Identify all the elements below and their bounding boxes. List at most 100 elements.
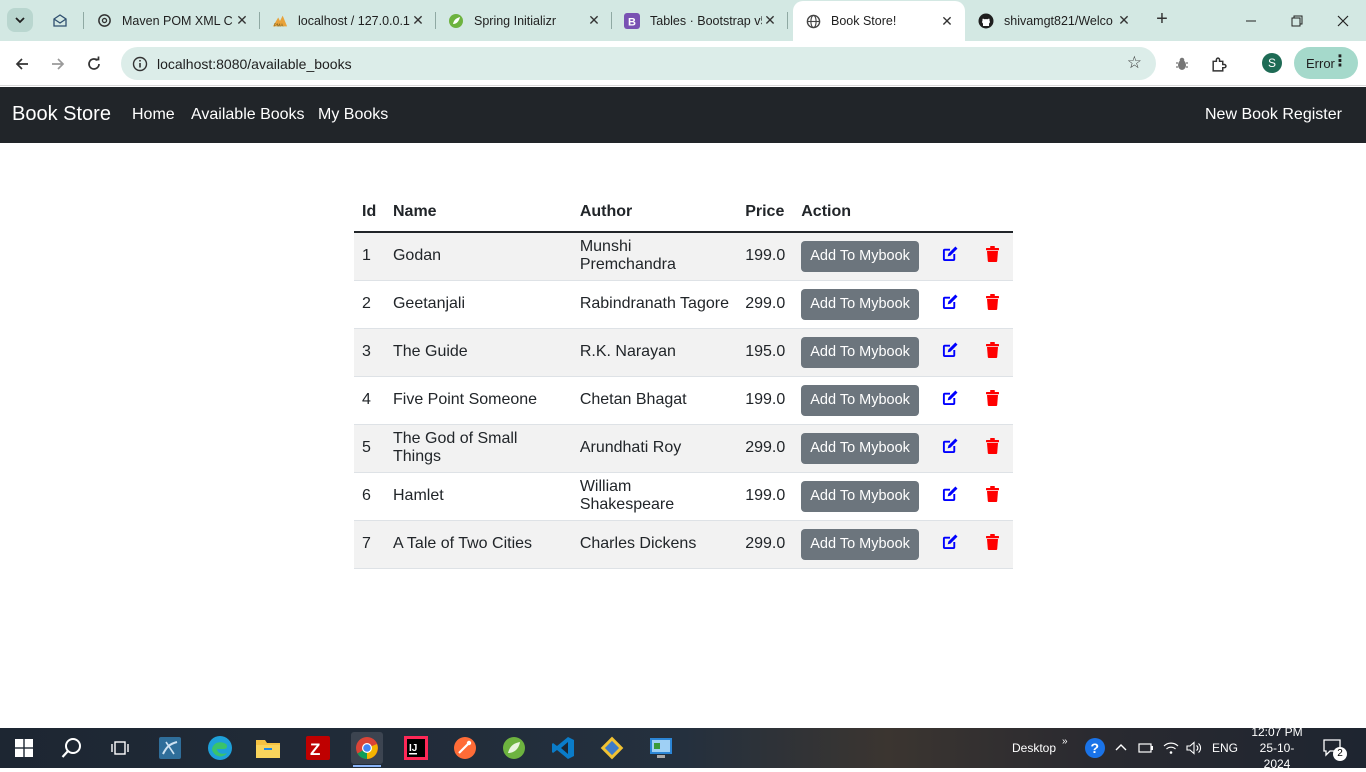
wifi-icon [1163,742,1179,754]
bookmark-star-icon[interactable]: ☆ [1127,53,1142,73]
edit-icon[interactable] [942,533,959,555]
volume-tray-icon[interactable] [1186,728,1202,768]
cell-id: 1 [354,232,385,281]
show-hidden-icons[interactable] [1115,728,1127,768]
trash-icon[interactable] [985,437,999,459]
error-button[interactable]: Error ⋮ [1294,47,1358,79]
close-icon[interactable]: ✕ [762,12,778,29]
reload-button[interactable] [81,51,107,77]
taskbar-app-mysql-workbench[interactable] [154,732,186,764]
close-icon[interactable]: ✕ [234,12,250,29]
trash-icon[interactable] [985,485,999,507]
restore-button[interactable] [1274,0,1320,41]
url-text[interactable]: localhost:8080/available_books [157,56,352,72]
trash-icon[interactable] [985,533,999,555]
taskbar-app-git[interactable] [596,732,628,764]
language-indicator[interactable]: ENG [1212,728,1238,768]
add-to-mybook-button[interactable]: Add To Mybook [801,384,919,416]
table-row: 7 A Tale of Two Cities Charles Dickens 2… [354,520,1013,569]
cell-id: 5 [354,424,385,473]
battery-tray-icon[interactable] [1138,728,1154,768]
minimize-button[interactable] [1228,0,1274,41]
browser-tab-bookstore[interactable]: Book Store! ✕ [793,1,965,41]
cell-price: 199.0 [737,472,794,521]
arrow-left-icon [15,58,28,70]
extensions-puzzle-icon[interactable] [1205,51,1231,77]
network-tray-icon[interactable] [1163,728,1179,768]
browser-tab-mail[interactable] [40,0,84,41]
browser-tab-phpmyadmin[interactable]: PMA localhost / 127.0.0.1 ✕ [260,0,436,41]
chrome-icon [356,737,378,759]
notification-count-badge: 2 [1333,747,1347,761]
browser-tab-bootstrap[interactable]: B Tables · Bootstrap v5 ✕ [612,0,788,41]
taskbar-app-chrome[interactable] [351,732,383,767]
edit-icon[interactable] [942,341,959,363]
taskbar-app-file-explorer[interactable] [252,732,284,764]
spring-tools-icon [503,737,525,759]
browser-tab-maven[interactable]: Maven POM XML C ✕ [84,0,260,41]
help-tray-icon[interactable]: ? [1084,728,1106,768]
menu-kebab-icon[interactable]: ⋮ [1332,54,1348,70]
active-indicator [353,765,381,767]
globe-icon [805,13,821,29]
taskbar-search-button[interactable] [56,732,88,764]
taskbar-app-vscode[interactable] [547,732,579,764]
navbar-brand[interactable]: Book Store [12,103,111,126]
address-bar[interactable]: localhost:8080/available_books ☆ [121,47,1156,80]
taskbar-app-edge[interactable] [204,732,236,764]
trash-icon[interactable] [985,245,999,267]
cell-author: William Shakespeare [571,472,738,521]
browser-tab-spring[interactable]: Spring Initializr ✕ [436,0,612,41]
notification-center-button[interactable]: 2 [1323,728,1347,768]
add-to-mybook-button[interactable]: Add To Mybook [801,288,919,320]
add-to-mybook-button[interactable]: Add To Mybook [801,480,919,512]
edit-icon[interactable] [942,485,959,507]
forward-button[interactable] [45,51,71,77]
add-to-mybook-button[interactable]: Add To Mybook [801,528,919,560]
taskbar-app-filezilla[interactable]: Z [302,732,334,764]
back-button[interactable] [9,51,35,77]
extension-bug-icon[interactable] [1169,51,1195,77]
add-to-mybook-button[interactable]: Add To Mybook [801,240,919,272]
tab-search-button[interactable] [7,8,33,32]
nav-link-home[interactable]: Home [132,106,175,124]
edit-icon[interactable] [942,389,959,411]
profile-avatar[interactable]: S [1262,53,1282,73]
spring-icon [448,13,464,29]
windows-logo-icon [15,739,33,757]
taskbar-app-spring-tools[interactable] [498,732,530,764]
task-view-button[interactable] [104,732,136,764]
intellij-icon: IJ [404,736,428,760]
trash-icon[interactable] [985,389,999,411]
nav-link-my-books[interactable]: My Books [318,106,388,124]
tab-title: Maven POM XML C [122,13,233,28]
clock[interactable]: 12:07 PM 25-10-2024 [1248,725,1306,771]
trash-icon[interactable] [985,341,999,363]
cell-author: Rabindranath Tagore [571,280,738,329]
edit-icon[interactable] [942,437,959,459]
add-to-mybook-button[interactable]: Add To Mybook [801,336,919,368]
browser-tab-github[interactable]: shivamgt821/Welco ✕ [966,0,1142,41]
close-icon[interactable]: ✕ [1116,12,1132,29]
taskbar-app-intellij[interactable]: IJ [400,732,432,764]
nav-link-new-book-register[interactable]: New Book Register [1205,106,1342,124]
edit-icon[interactable] [942,245,959,267]
close-icon[interactable]: ✕ [410,12,426,29]
close-icon[interactable]: ✕ [586,12,602,29]
taskbar-app-control-panel[interactable] [645,732,677,764]
cell-edit [929,328,972,377]
arrow-right-icon [52,58,65,70]
new-tab-button[interactable]: + [1150,8,1174,32]
nav-link-available-books[interactable]: Available Books [191,106,305,124]
edit-icon[interactable] [942,293,959,315]
close-icon[interactable]: ✕ [939,13,955,30]
taskbar-app-postman[interactable] [449,732,481,764]
start-button[interactable] [8,732,40,764]
browser-toolbar: localhost:8080/available_books ☆ [0,41,1366,86]
site-info-icon[interactable] [123,56,157,72]
add-to-mybook-button[interactable]: Add To Mybook [801,432,919,464]
trash-icon[interactable] [985,293,999,315]
desktop-toolbar-label[interactable]: Desktop » [1012,728,1068,768]
close-window-button[interactable] [1320,0,1366,41]
tab-title: Spring Initializr [474,13,556,28]
